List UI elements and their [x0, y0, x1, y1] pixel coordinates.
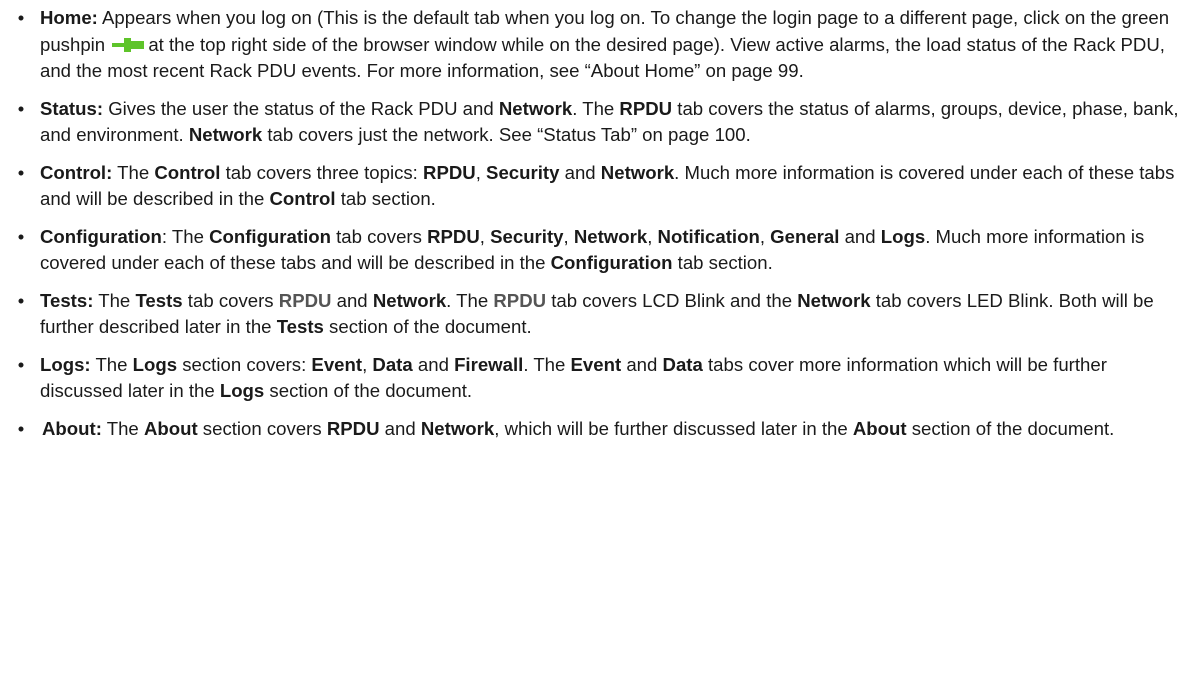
item-term: Status:	[40, 97, 104, 119]
item-text: and	[559, 161, 601, 183]
item-text: tab covers three topics:	[220, 161, 424, 183]
document-page: • Home: Appears when you log on (This is…	[0, 0, 1192, 442]
bold-term: Configuration	[550, 252, 673, 273]
bold-term: Tests	[135, 289, 183, 311]
item-term: Home:	[40, 7, 98, 28]
item-text: and	[379, 417, 421, 439]
bold-term: Security	[490, 225, 564, 247]
bullet-marker: •	[17, 289, 25, 311]
list-item-status: • Status: Gives the user the status of t…	[14, 96, 1182, 149]
bold-term: Logs	[219, 380, 265, 401]
bullet-marker: •	[17, 7, 25, 28]
item-text: at the top right side of the browser win…	[40, 33, 1165, 82]
green-pushpin-icon	[112, 37, 145, 52]
gray-bold-term: RPDU	[493, 289, 547, 311]
item-text: and	[621, 353, 663, 375]
list-item-home: • Home: Appears when you log on (This is…	[14, 5, 1182, 85]
item-text: The	[101, 417, 144, 439]
item-term: Control:	[40, 161, 113, 183]
list-item-configuration: • Configuration: The Configuration tab c…	[14, 224, 1182, 277]
bold-term: Network	[498, 97, 573, 119]
gray-bold-term: RPDU	[278, 289, 332, 311]
bold-term: Network	[372, 289, 447, 311]
bold-term: RPDU	[619, 97, 673, 119]
bold-term: RPDU	[326, 417, 380, 439]
item-text: and	[331, 289, 373, 311]
item-text: tab covers just the network. See “Status…	[262, 124, 751, 145]
bold-term: Control	[154, 161, 221, 183]
item-text: section of the document.	[264, 380, 473, 401]
list-item-about: • About: The About section covers RPDU a…	[14, 416, 1182, 443]
item-text: . The	[572, 97, 620, 119]
item-text: tab covers	[330, 225, 428, 247]
item-text: ,	[362, 353, 373, 375]
item-text: Gives the user the status of the Rack PD…	[103, 97, 499, 119]
item-text: ,	[475, 161, 487, 183]
item-text: : The	[161, 225, 210, 247]
item-text: The	[90, 353, 133, 375]
item-text: section covers:	[177, 353, 312, 375]
item-text: ,	[759, 225, 771, 247]
bold-term: Tests	[276, 316, 324, 337]
bold-term: Network	[573, 225, 648, 247]
item-text: , which will be further discussed later …	[494, 417, 853, 439]
item-term: Configuration	[40, 225, 162, 247]
bold-term: General	[770, 225, 840, 247]
item-term: Tests:	[40, 289, 94, 311]
item-term: About:	[42, 417, 102, 439]
bullet-marker: •	[17, 225, 25, 247]
item-text: section covers	[197, 417, 327, 439]
bold-term: Logs	[880, 225, 926, 247]
list-item-control: • Control: The Control tab covers three …	[14, 160, 1182, 213]
item-text: section of the document.	[323, 316, 532, 337]
item-text: tab section.	[672, 252, 773, 273]
bold-term: Firewall	[454, 353, 524, 375]
bold-term: Control	[269, 188, 336, 209]
item-text: . The	[523, 353, 571, 375]
bold-term: Data	[662, 353, 703, 375]
bullet-marker: •	[17, 161, 25, 183]
bold-term: Security	[486, 161, 560, 183]
item-text: ,	[647, 225, 658, 247]
list-item-tests: • Tests: The Tests tab covers RPDU and N…	[14, 288, 1182, 341]
bold-term: About	[852, 417, 907, 439]
bold-term: Network	[188, 124, 263, 145]
item-term: Logs:	[40, 353, 91, 375]
bold-term: Network	[797, 289, 871, 311]
bold-term: Network	[600, 161, 675, 183]
bullet-marker: •	[17, 417, 25, 439]
bold-term: RPDU	[427, 225, 480, 247]
item-text: The	[112, 161, 155, 183]
bold-term: RPDU	[423, 161, 476, 183]
bold-term: Data	[372, 353, 413, 375]
item-text: The	[93, 289, 136, 311]
bold-term: Network	[420, 417, 495, 439]
bold-term: Configuration	[209, 225, 331, 247]
bold-term: Notification	[657, 225, 760, 247]
bold-term: About	[143, 417, 198, 439]
item-text: ,	[563, 225, 574, 247]
item-text: and	[412, 353, 455, 375]
item-text: tab covers	[182, 289, 279, 311]
item-text: section of the document.	[906, 417, 1115, 439]
bullet-marker: •	[17, 353, 25, 375]
item-text: . The	[446, 289, 494, 311]
tab-description-list: • Home: Appears when you log on (This is…	[14, 5, 1182, 442]
item-text: and	[839, 225, 881, 247]
bullet-marker: •	[17, 97, 25, 119]
bold-term: Logs	[132, 353, 178, 375]
bold-term: Event	[311, 353, 363, 375]
list-item-logs: • Logs: The Logs section covers: Event, …	[14, 352, 1182, 405]
item-text: ,	[479, 225, 491, 247]
item-text: tab section.	[335, 188, 436, 209]
item-text: tab covers LCD Blink and the	[546, 289, 798, 311]
bold-term: Event	[570, 353, 622, 375]
